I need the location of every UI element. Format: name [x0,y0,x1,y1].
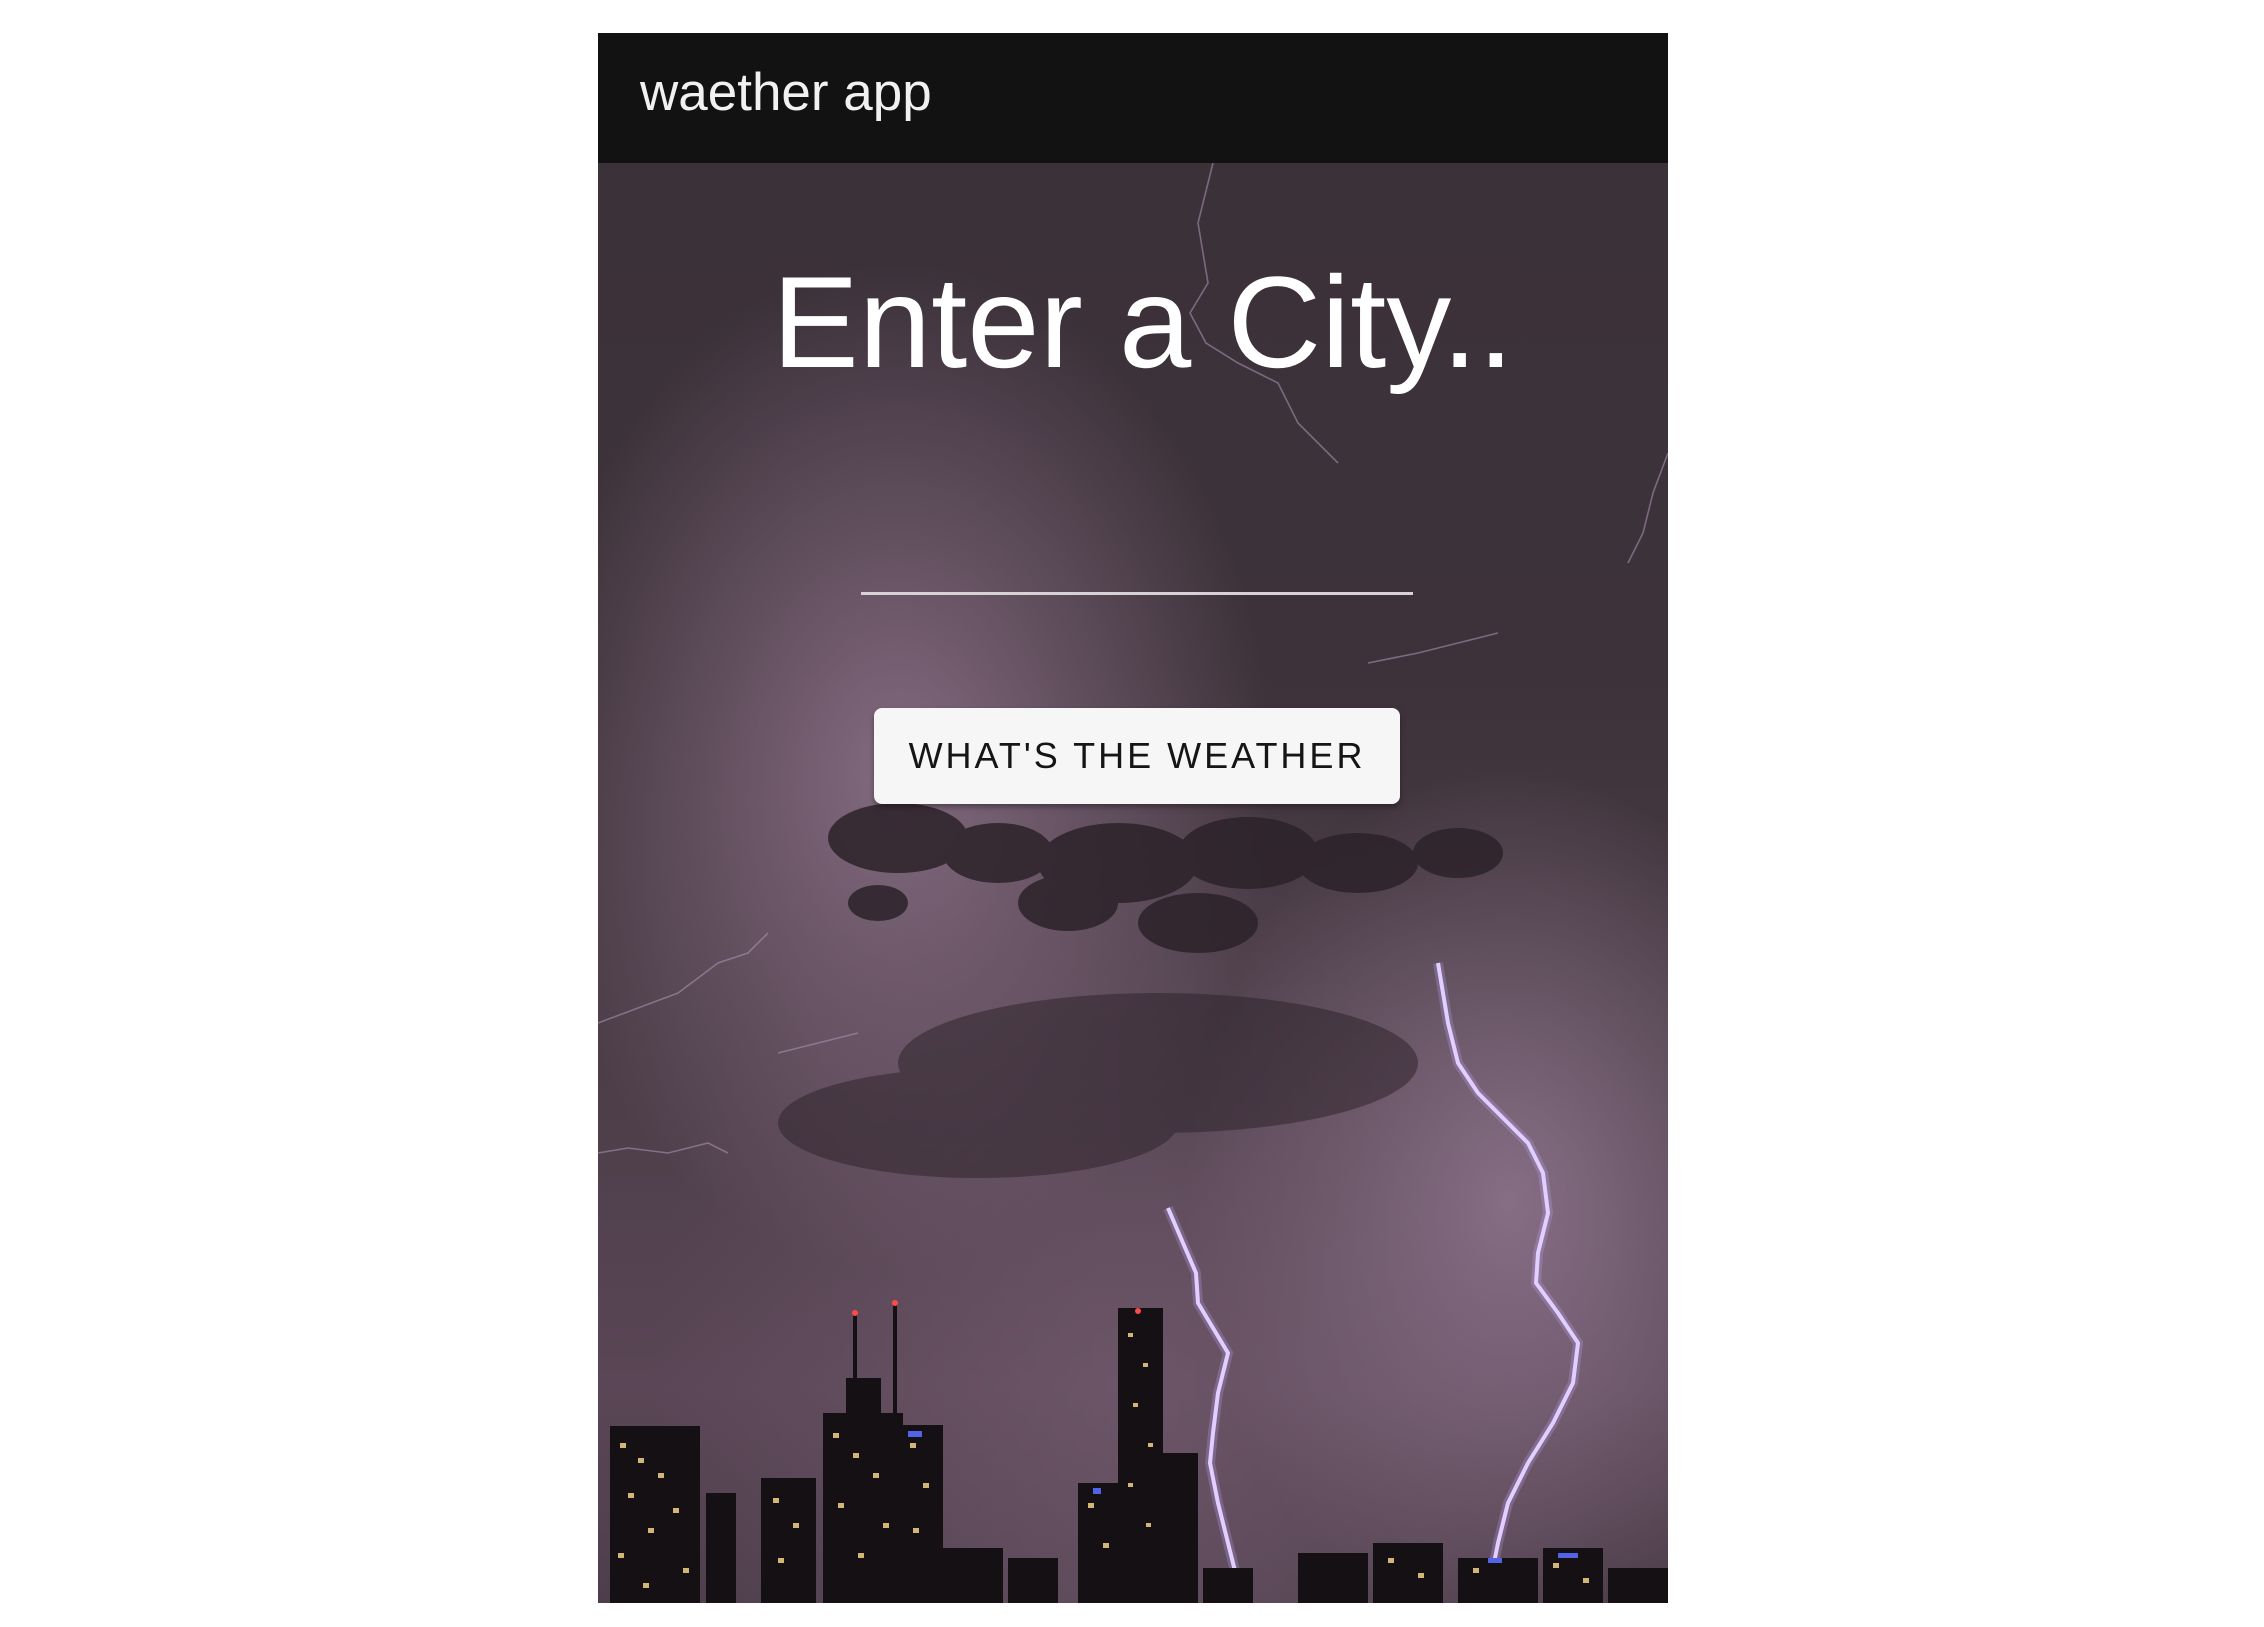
page-heading: Enter a City.. [772,249,1514,395]
app-window: waether app Enter a City.. WHAT'S THE WE… [598,33,1668,1603]
app-bar: waether app [598,33,1668,163]
app-title: waether app [640,63,932,122]
whats-the-weather-button[interactable]: WHAT'S THE WEATHER [874,708,1400,804]
city-input[interactable] [861,513,1413,595]
